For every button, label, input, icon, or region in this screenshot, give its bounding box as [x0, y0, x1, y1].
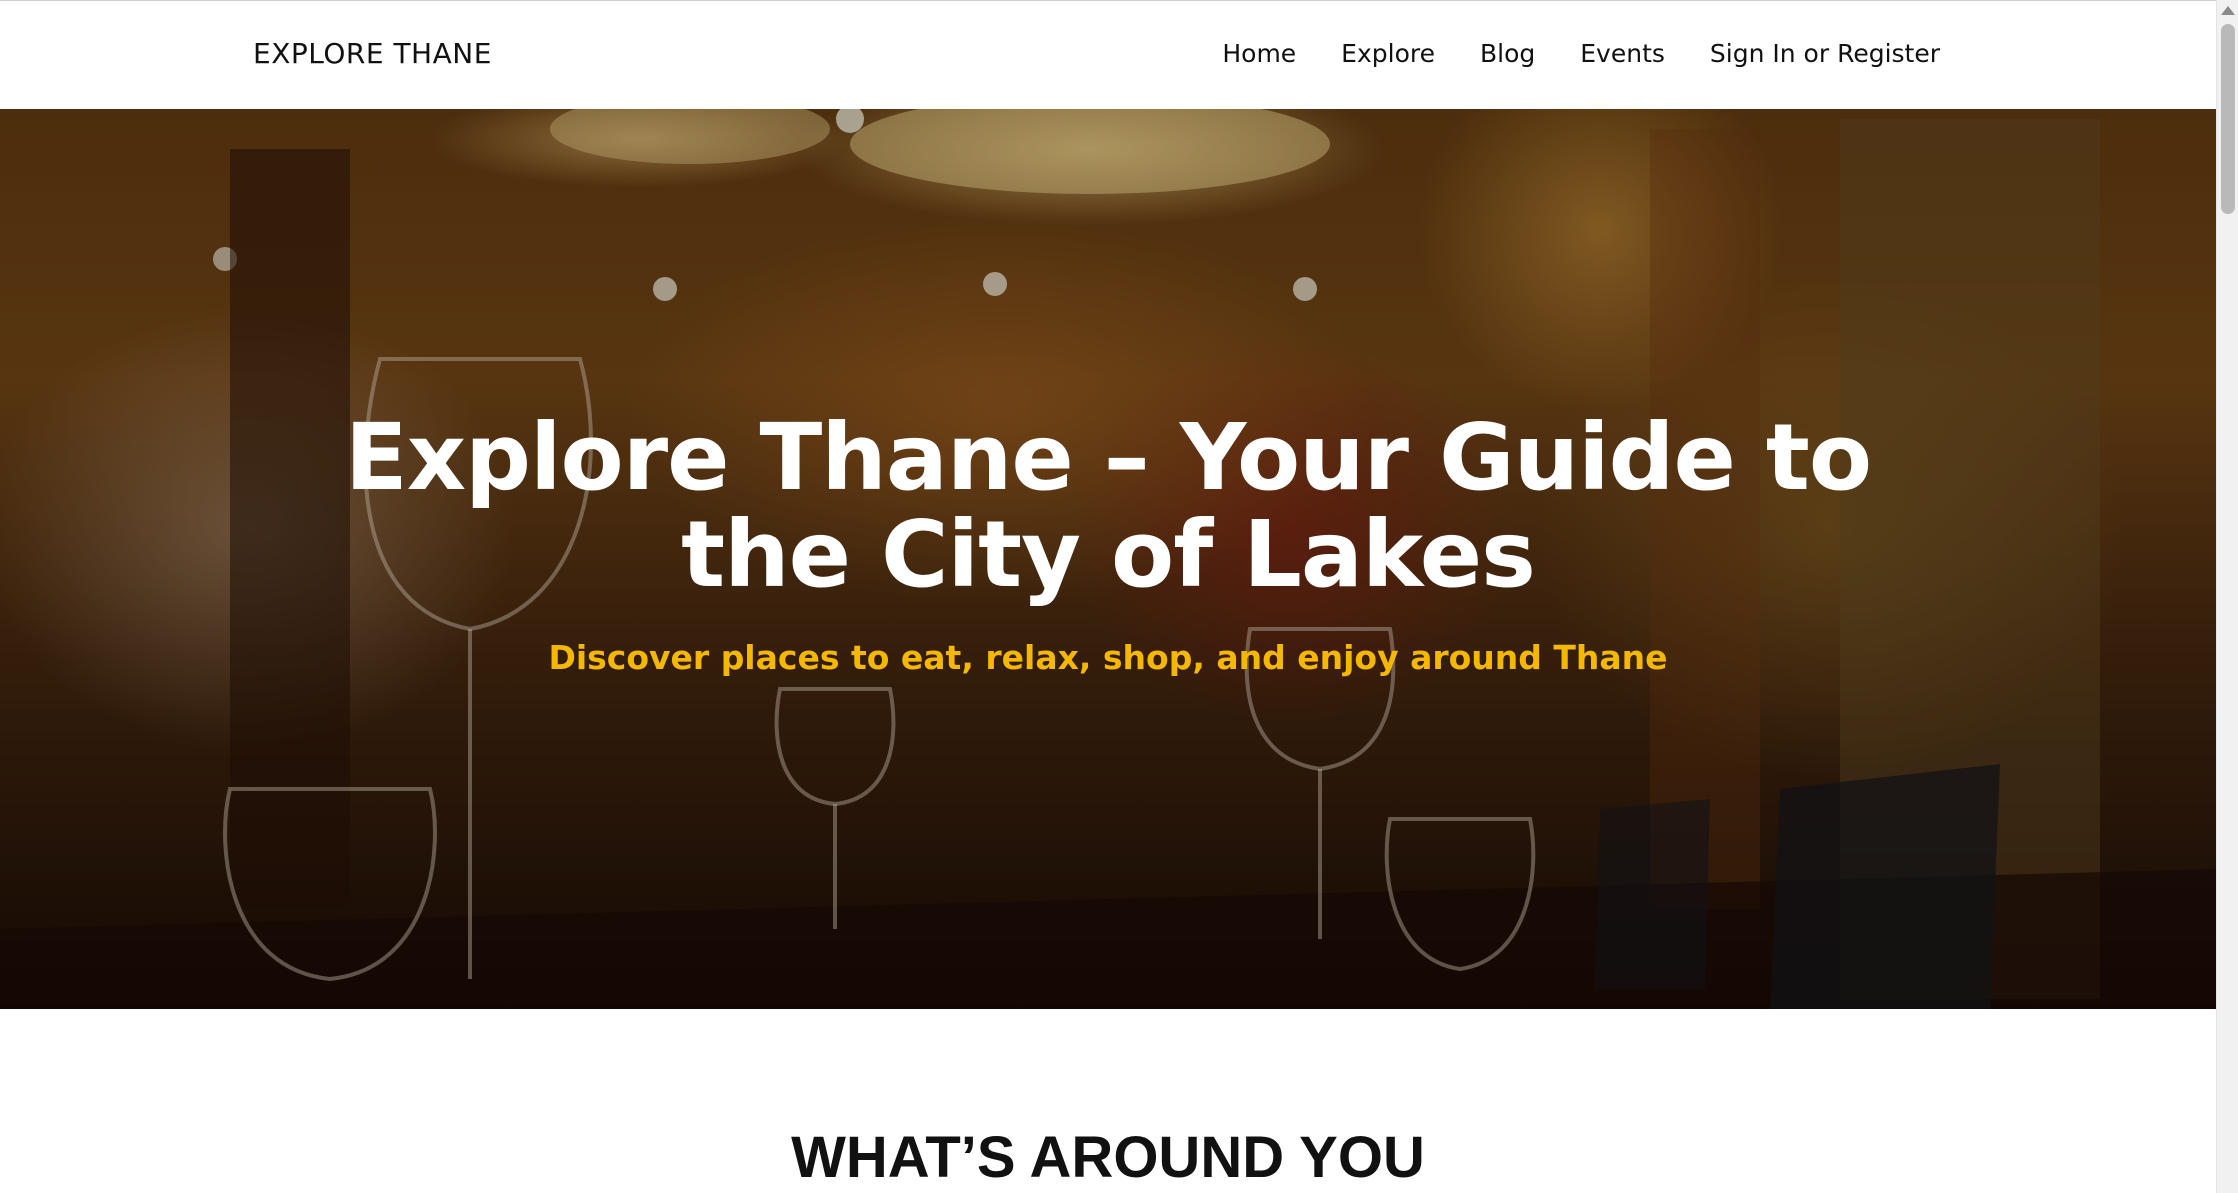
nav-explore-link[interactable]: Explore: [1341, 39, 1435, 68]
hero-title: Explore Thane – Your Guide to the City o…: [344, 404, 1872, 608]
hero-banner: Explore Thane – Your Guide to the City o…: [0, 109, 2216, 1009]
scrollbar-thumb[interactable]: [2221, 24, 2235, 214]
vertical-scrollbar[interactable]: [2216, 0, 2238, 1193]
site-header: EXPLORE THANE Home Explore Blog Events S…: [0, 0, 2216, 109]
main-nav: Home Explore Blog Events Sign In or Regi…: [1177, 39, 1940, 68]
nav-signin-link[interactable]: Sign In or Register: [1710, 39, 1940, 68]
nav-home-link[interactable]: Home: [1222, 39, 1296, 68]
nav-events-link[interactable]: Events: [1580, 39, 1665, 68]
site-logo[interactable]: EXPLORE THANE: [253, 37, 492, 70]
section-title: WHAT’S AROUND YOU: [791, 1125, 1425, 1190]
nav-blog-link[interactable]: Blog: [1480, 39, 1535, 68]
page: EXPLORE THANE Home Explore Blog Events S…: [0, 0, 2238, 1193]
hero-subtitle: Discover places to eat, relax, shop, and…: [548, 638, 1668, 677]
scroll-up-arrow-icon[interactable]: [2221, 6, 2235, 15]
